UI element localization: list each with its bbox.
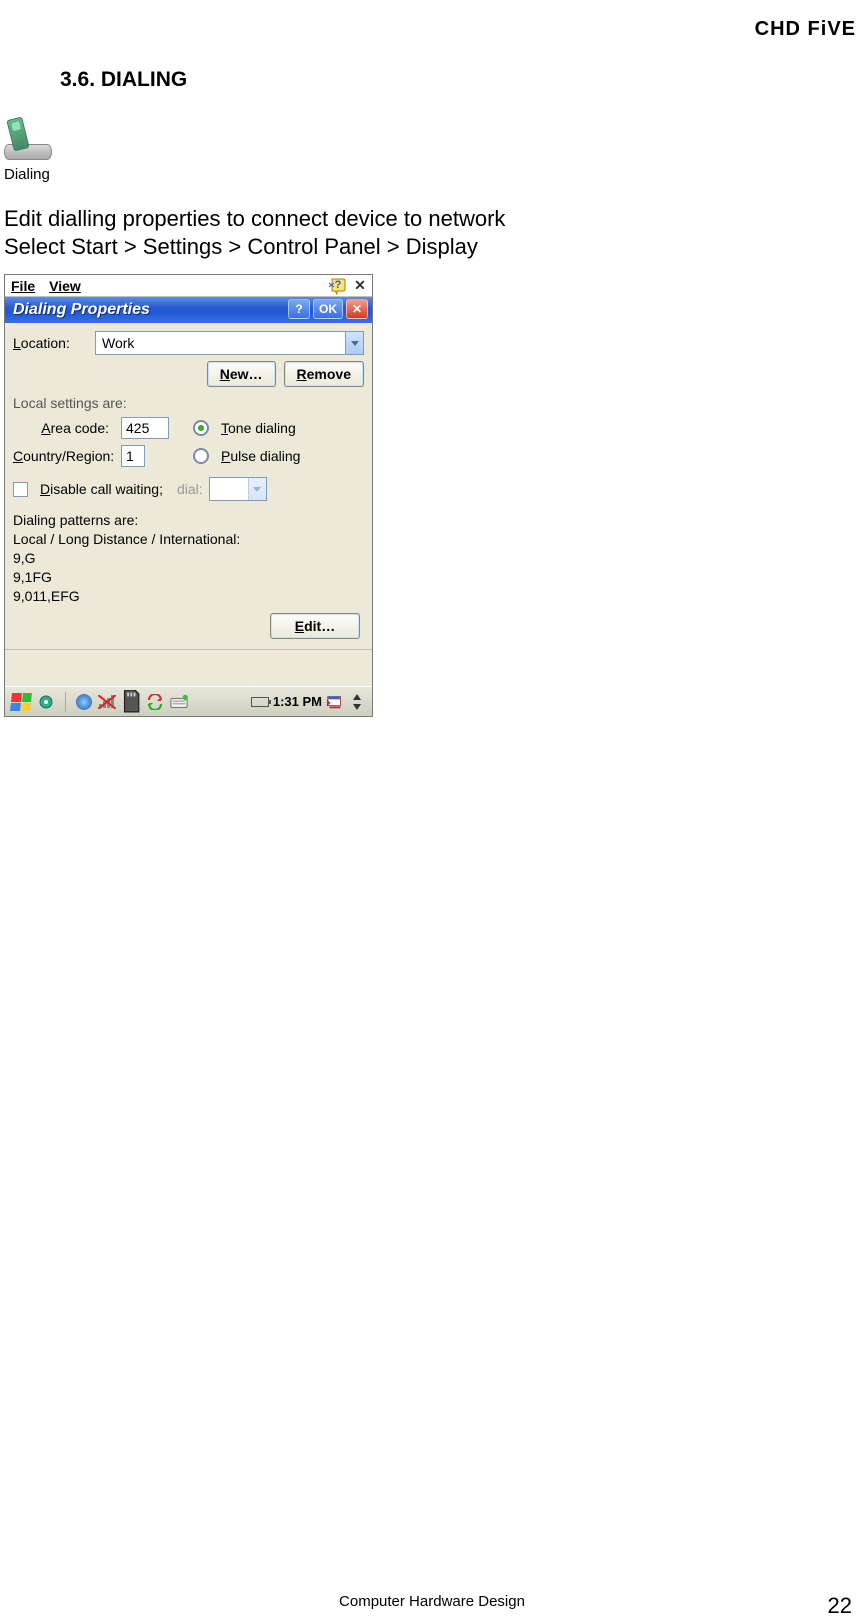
signal-disabled-icon[interactable] xyxy=(98,693,116,711)
footer-page-number: 22 xyxy=(828,1593,852,1619)
disable-call-waiting-checkbox[interactable] xyxy=(13,482,28,497)
brand-heading: CHD FiVE xyxy=(755,18,856,41)
chevron-down-icon[interactable] xyxy=(345,332,363,354)
local-settings-label: Local settings are: xyxy=(13,395,364,411)
svg-text:?: ? xyxy=(335,279,342,291)
phone-cradle-icon xyxy=(4,118,54,162)
dialog-empty-area xyxy=(5,650,372,686)
pulse-dialing-radio[interactable] xyxy=(193,448,209,464)
disable-call-waiting-label: Disable call waiting; xyxy=(40,481,163,497)
menu-view-label: View xyxy=(49,278,81,294)
dial-code-dropdown xyxy=(209,477,267,501)
titlebar-help-button[interactable]: ? xyxy=(288,299,310,319)
chevron-down-icon xyxy=(248,478,266,500)
dialing-properties-screenshot: File View ? ✕ Dialing Properties ? OK ✕ … xyxy=(4,274,373,717)
taskbar: 1:31 PM xyxy=(5,686,372,716)
patterns-heading: Dialing patterns are: xyxy=(13,511,364,530)
taskbar-app-icon[interactable] xyxy=(37,693,55,711)
area-code-label: Area code: xyxy=(13,420,113,436)
sd-card-icon[interactable] xyxy=(122,693,140,711)
location-value: Work xyxy=(102,335,134,351)
pattern-international: 9,011,EFG xyxy=(13,587,364,606)
start-button-icon[interactable] xyxy=(10,693,32,711)
menu-view[interactable]: View xyxy=(49,278,81,294)
dialing-patterns-block: Dialing patterns are: Local / Long Dista… xyxy=(13,511,364,605)
section-number: 3.6. xyxy=(60,68,101,91)
section-title-cap: D xyxy=(101,68,116,91)
network-globe-icon[interactable] xyxy=(76,694,92,710)
parent-window-menubar: File View ? ✕ xyxy=(5,275,372,297)
parent-window-close-icon[interactable]: ✕ xyxy=(352,278,368,294)
dialing-icon-label: Dialing xyxy=(4,166,864,183)
dialog-titlebar: Dialing Properties ? OK ✕ xyxy=(5,297,372,323)
dial-label: dial: xyxy=(177,481,203,497)
location-label: Location: xyxy=(13,335,95,351)
country-region-label: Country/Region: xyxy=(13,448,113,464)
menu-file-label: File xyxy=(11,278,35,294)
keyboard-status-icon[interactable] xyxy=(170,693,188,711)
new-button[interactable]: New… xyxy=(207,361,276,387)
pulse-dialing-label: Pulse dialing xyxy=(221,448,300,464)
section-heading: 3.6. DIALING xyxy=(60,68,864,92)
taskbar-clock: 1:31 PM xyxy=(273,694,322,709)
remove-button[interactable]: Remove xyxy=(284,361,364,387)
location-dropdown[interactable]: Work xyxy=(95,331,364,355)
body-text: Edit dialling properties to connect devi… xyxy=(4,205,864,260)
patterns-subheading: Local / Long Distance / International: xyxy=(13,530,364,549)
section-title-rest: IALING xyxy=(116,68,187,91)
desktop-show-icon[interactable] xyxy=(326,693,344,711)
area-code-input[interactable] xyxy=(121,417,169,439)
context-help-icon[interactable]: ? xyxy=(328,277,346,295)
dialog-body: Location: Work New… Remove Local setting… xyxy=(5,323,372,650)
tone-dialing-radio[interactable] xyxy=(193,420,209,436)
pattern-long-distance: 9,1FG xyxy=(13,568,364,587)
body-line-1: Edit dialling properties to connect devi… xyxy=(4,205,864,233)
dialog-title: Dialing Properties xyxy=(13,301,150,319)
body-line-2: Select Start > Settings > Control Panel … xyxy=(4,233,864,261)
up-down-arrows-icon[interactable] xyxy=(348,693,366,711)
edit-button[interactable]: Edit… xyxy=(270,613,360,639)
country-region-input[interactable] xyxy=(121,445,145,467)
footer-center-text: Computer Hardware Design xyxy=(0,1593,864,1610)
sync-arrows-icon[interactable] xyxy=(146,693,164,711)
pattern-local: 9,G xyxy=(13,549,364,568)
battery-icon[interactable] xyxy=(251,697,269,707)
titlebar-ok-button[interactable]: OK xyxy=(313,299,343,319)
dialing-desktop-icon: Dialing xyxy=(4,118,864,183)
menu-file[interactable]: File xyxy=(11,278,35,294)
tone-dialing-label: Tone dialing xyxy=(221,420,296,436)
titlebar-close-button[interactable]: ✕ xyxy=(346,299,368,319)
